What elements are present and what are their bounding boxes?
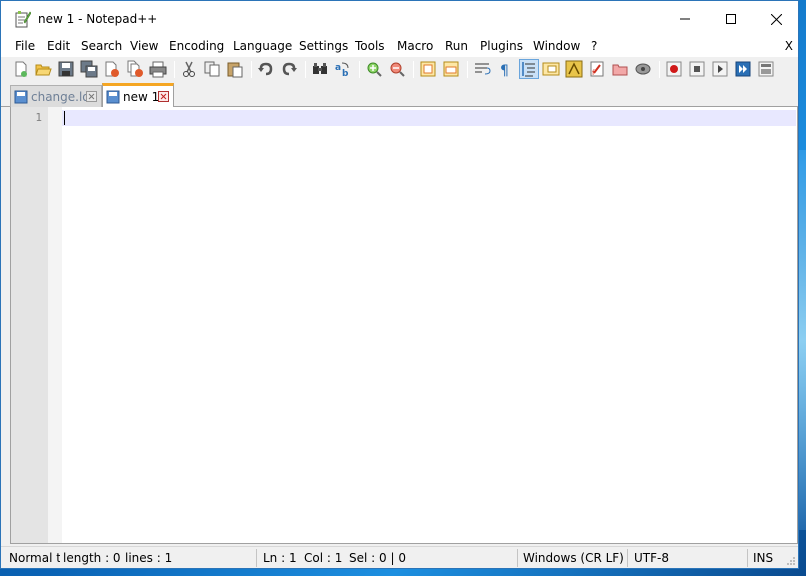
status-separator	[747, 549, 748, 567]
status-selection: Sel : 0 | 0	[349, 551, 406, 565]
menu-window[interactable]: Window	[532, 39, 581, 53]
close-all-icon[interactable]	[126, 60, 144, 78]
menu-settings[interactable]: Settings	[298, 39, 349, 53]
copy-icon[interactable]	[203, 60, 221, 78]
status-separator	[256, 549, 257, 567]
macro-run-multiple-icon[interactable]	[734, 60, 752, 78]
saved-file-icon	[14, 90, 28, 103]
maximize-button[interactable]	[708, 1, 754, 37]
resize-grip-icon[interactable]	[786, 556, 796, 566]
notepadpp-app-icon	[15, 10, 32, 28]
find-icon[interactable]	[311, 60, 329, 78]
menu-language[interactable]: Language	[232, 39, 293, 53]
user-defined-language-icon[interactable]	[542, 60, 560, 78]
menu-encoding[interactable]: Encoding	[168, 39, 225, 53]
menu-search[interactable]: Search	[80, 39, 123, 53]
toolbar-separator	[305, 61, 306, 78]
text-editor[interactable]: 1	[10, 107, 798, 544]
status-eol[interactable]: Windows (CR LF)	[523, 551, 624, 565]
menu-view[interactable]: View	[129, 39, 159, 53]
tab-change-log[interactable]: change.log	[10, 85, 102, 107]
toolbar-separator	[467, 61, 468, 78]
menu-help[interactable]: ?	[590, 39, 598, 53]
tab-bar: change.log new 1	[1, 82, 798, 108]
macro-stop-icon[interactable]	[688, 60, 706, 78]
zoom-in-icon[interactable]	[365, 60, 383, 78]
minimize-button[interactable]	[662, 1, 708, 37]
status-bar: Normal text file length : 0 lines : 1 Ln…	[1, 546, 798, 568]
zoom-out-icon[interactable]	[388, 60, 406, 78]
maximize-icon	[726, 14, 736, 24]
save-icon[interactable]	[57, 60, 75, 78]
current-line-highlight	[62, 110, 796, 126]
status-line: Ln : 1	[263, 551, 297, 565]
status-column: Col : 1	[304, 551, 343, 565]
svg-text:a: a	[335, 63, 341, 73]
toolbar-separator	[359, 61, 360, 78]
toolbar-separator	[251, 61, 252, 78]
svg-text:¶: ¶	[500, 63, 509, 78]
menu-bar: File Edit Search View Encoding Language …	[1, 37, 798, 57]
macro-record-icon[interactable]	[665, 60, 683, 78]
tab-label: new 1	[123, 89, 158, 104]
open-file-icon[interactable]	[34, 60, 52, 78]
fold-margin[interactable]	[48, 107, 62, 543]
close-document-x[interactable]: X	[785, 39, 793, 53]
folder-as-workspace-icon[interactable]	[611, 60, 629, 78]
menu-run[interactable]: Run	[444, 39, 469, 53]
macro-play-icon[interactable]	[711, 60, 729, 78]
close-window-icon	[770, 13, 782, 25]
status-encoding[interactable]: UTF-8	[634, 551, 669, 565]
text-caret	[64, 111, 65, 125]
toolbar: ab ¶ f	[1, 57, 798, 82]
undo-icon[interactable]	[257, 60, 275, 78]
cut-icon[interactable]	[180, 60, 198, 78]
svg-text:b: b	[342, 69, 349, 78]
window-title: new 1 - Notepad++	[38, 12, 158, 26]
sync-horizontal-icon[interactable]	[442, 60, 460, 78]
redo-icon[interactable]	[280, 60, 298, 78]
new-file-icon[interactable]	[12, 60, 30, 78]
document-map-icon[interactable]	[565, 60, 583, 78]
menu-macro[interactable]: Macro	[396, 39, 434, 53]
saved-file-icon	[106, 90, 120, 103]
save-all-icon[interactable]	[80, 60, 98, 78]
function-list-icon[interactable]: f	[588, 60, 606, 78]
menu-tools[interactable]: Tools	[354, 39, 386, 53]
indent-guide-icon[interactable]	[519, 59, 539, 79]
menu-plugins[interactable]: Plugins	[479, 39, 524, 53]
toolbar-separator	[659, 61, 660, 78]
replace-icon[interactable]: ab	[334, 60, 352, 78]
minimize-icon	[680, 18, 690, 20]
tab-new-1[interactable]: new 1	[102, 83, 174, 108]
close-icon[interactable]	[103, 60, 121, 78]
status-lines: lines : 1	[125, 551, 173, 565]
monitoring-icon[interactable]	[634, 60, 652, 78]
status-insert-mode[interactable]: INS	[753, 551, 773, 565]
word-wrap-icon[interactable]	[473, 60, 491, 78]
status-doc-type: Normal text file	[9, 551, 60, 565]
toolbar-separator	[413, 61, 414, 78]
print-icon[interactable]	[149, 60, 167, 78]
macro-save-icon[interactable]	[757, 60, 775, 78]
sync-vertical-icon[interactable]	[419, 60, 437, 78]
toolbar-separator	[174, 61, 175, 78]
tab-close-icon[interactable]	[158, 91, 169, 102]
status-separator	[627, 549, 628, 567]
tab-close-icon[interactable]	[86, 91, 97, 102]
paste-icon[interactable]	[226, 60, 244, 78]
close-window-button[interactable]	[753, 1, 799, 37]
status-length: length : 0	[63, 551, 121, 565]
show-all-chars-icon[interactable]: ¶	[496, 60, 514, 78]
title-bar[interactable]: new 1 - Notepad++	[1, 1, 798, 37]
menu-edit[interactable]: Edit	[46, 39, 71, 53]
line-number: 1	[35, 111, 42, 124]
status-separator	[517, 549, 518, 567]
tab-label: change.log	[31, 89, 86, 104]
menu-file[interactable]: File	[14, 39, 36, 53]
notepadpp-window: new 1 - Notepad++ File Edit Search View …	[0, 0, 799, 569]
